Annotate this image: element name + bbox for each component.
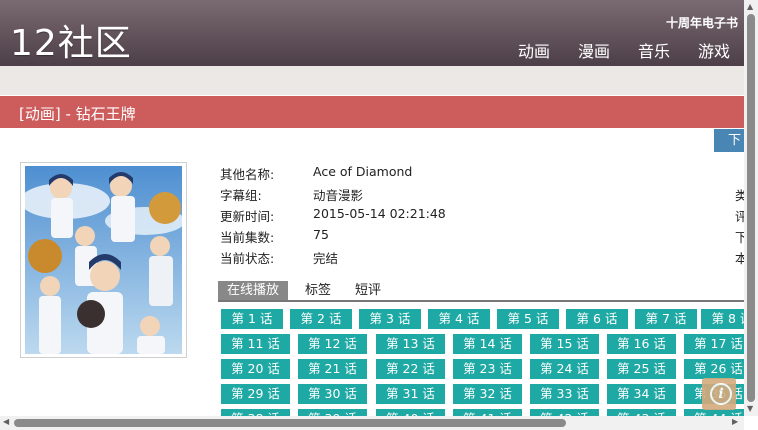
title-bar: [动画] - 钻石王牌 [0,96,744,128]
episode-button[interactable]: 第 3 话 [359,309,421,329]
episode-button[interactable]: 第 34 话 [607,384,676,404]
nav-item-manga[interactable]: 漫画 [578,38,610,62]
episode-button[interactable]: 第 11 话 [221,334,290,354]
episode-button[interactable]: 第 6 话 [566,309,628,329]
episode-button[interactable]: 第 4 话 [428,309,490,329]
tab-online-play[interactable]: 在线播放 [218,281,289,300]
horizontal-scrollbar[interactable]: ◀ ▶ [0,416,744,430]
episode-button[interactable]: 第 7 话 [635,309,697,329]
info-value: Ace of Diamond [313,164,413,179]
page-title: [动画] - 钻石王牌 [19,105,136,123]
episode-button[interactable]: 第 14 话 [453,334,522,354]
episode-button[interactable]: 第 1 话 [221,309,283,329]
episode-button[interactable]: 第 16 话 [607,334,676,354]
episode-button[interactable]: 第 32 话 [453,384,522,404]
scroll-up-icon[interactable]: ▲ [747,2,753,11]
episode-button[interactable]: 第 20 话 [221,359,290,379]
episode-button[interactable]: 第 17 话 [684,334,744,354]
info-label: 当前状态: [220,251,275,266]
nav-item-anime[interactable]: 动画 [518,38,550,62]
vertical-scroll-thumb[interactable] [747,14,755,402]
info-value: 2015-05-14 02:21:48 [313,206,446,221]
episode-button[interactable]: 第 23 话 [453,359,522,379]
episode-button[interactable]: 第 30 话 [298,384,367,404]
download-tab[interactable]: 下 [714,129,744,152]
episode-button[interactable]: 第 13 话 [376,334,445,354]
ebook-link[interactable]: 十周年电子书 [666,14,738,31]
cover-image [20,162,187,358]
episode-button[interactable]: 第 12 话 [298,334,367,354]
episode-button[interactable]: 第 33 话 [530,384,599,404]
site-header: 12社区 十周年电子书 动画 漫画 音乐 游戏 [0,0,744,67]
info-label: 当前集数: [220,230,275,245]
episode-button[interactable]: 第 26 话 [684,359,744,379]
sub-bar [0,66,744,95]
episode-button[interactable]: 第 2 话 [290,309,352,329]
episode-button[interactable]: 第 22 话 [376,359,445,379]
episode-button[interactable]: 第 5 话 [497,309,559,329]
info-value: 完结 [313,251,339,266]
episode-list: 第 1 话第 2 话第 3 话第 4 话第 5 话第 6 话第 7 话第 8 话… [221,309,744,430]
nav-item-games[interactable]: 游戏 [698,38,730,62]
episode-button[interactable]: 第 15 话 [530,334,599,354]
cover-illustration [25,166,182,354]
info-button[interactable]: i [702,378,736,410]
info-label: 更新时间: [220,209,275,224]
info-label: 其他名称: [220,167,275,182]
episode-button[interactable]: 第 21 话 [298,359,367,379]
scroll-right-icon[interactable]: ▶ [732,417,738,426]
horizontal-scroll-thumb[interactable] [14,419,566,427]
episode-button[interactable]: 第 31 话 [376,384,445,404]
episode-button[interactable]: 第 8 话 [701,309,744,329]
info-label: 字幕组: [220,188,262,203]
vertical-scrollbar[interactable]: ▲ ▼ [744,0,758,416]
content-tabs: 在线播放 标签 短评 [218,281,744,302]
episode-button[interactable]: 第 25 话 [607,359,676,379]
info-value[interactable]: 动音漫影 [313,185,363,204]
info-icon: i [710,383,732,405]
tab-short-reviews[interactable]: 短评 [355,281,381,300]
scroll-left-icon[interactable]: ◀ [3,417,9,426]
episode-button[interactable]: 第 29 话 [221,384,290,404]
site-logo[interactable]: 12社区 [10,14,132,66]
nav-item-music[interactable]: 音乐 [638,38,670,62]
scroll-down-icon[interactable]: ▼ [747,404,753,413]
main-nav: 动画 漫画 音乐 游戏 [518,38,730,62]
tab-tags[interactable]: 标签 [305,281,331,300]
episode-button[interactable]: 第 24 话 [530,359,599,379]
info-value: 75 [313,227,329,242]
